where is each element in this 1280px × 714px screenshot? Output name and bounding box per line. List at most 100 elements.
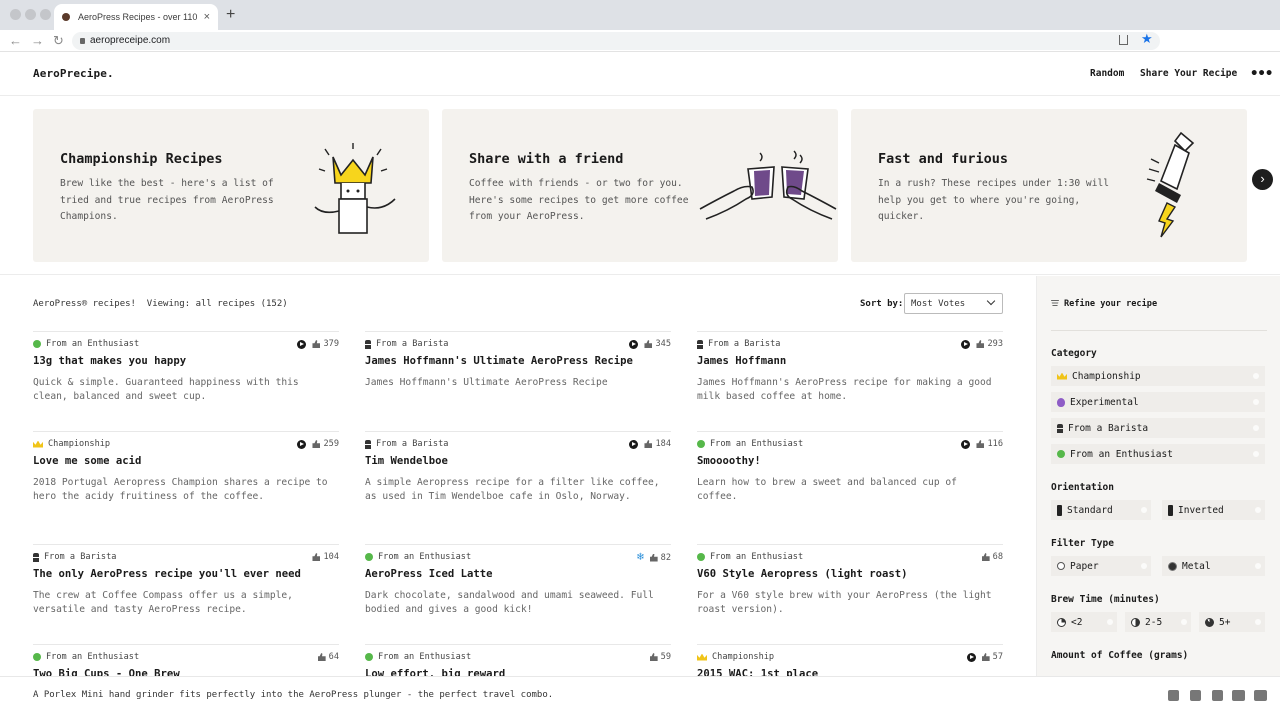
video-play-icon[interactable] bbox=[961, 439, 971, 449]
window-zoom-button[interactable] bbox=[40, 9, 51, 20]
radio-button[interactable] bbox=[1253, 425, 1259, 431]
thumbs-up-icon[interactable] bbox=[976, 440, 985, 448]
video-play-icon[interactable] bbox=[297, 339, 307, 349]
twitter-icon[interactable] bbox=[1212, 690, 1223, 701]
orientation-option-inverted[interactable]: Inverted bbox=[1162, 500, 1265, 520]
carousel-next-chevron-icon[interactable]: › bbox=[1252, 169, 1273, 190]
thumbs-up-icon[interactable] bbox=[644, 340, 653, 348]
recipe-card[interactable]: Championship 57 2015 WAC: 1st place bbox=[697, 644, 1003, 676]
category-label: From an Enthusiast bbox=[46, 339, 140, 349]
radio-button[interactable] bbox=[1255, 507, 1261, 513]
video-play-icon[interactable] bbox=[297, 439, 307, 449]
window-close-button[interactable] bbox=[10, 9, 21, 20]
brew-option-5-plus[interactable]: 5+ bbox=[1199, 612, 1265, 632]
category-option-experimental[interactable]: Experimental bbox=[1051, 392, 1265, 412]
recipe-card[interactable]: From a Barista 184 Tim Wendelboe A simple A… bbox=[365, 431, 671, 527]
orientation-option-standard[interactable]: Standard bbox=[1051, 500, 1151, 520]
email-icon[interactable] bbox=[1254, 690, 1267, 701]
hero-card-fast[interactable]: Fast and furious In a rush? These recipe… bbox=[851, 109, 1247, 262]
radio-button[interactable] bbox=[1107, 619, 1113, 625]
forward-arrow-icon[interactable]: → bbox=[31, 33, 44, 48]
share-icon[interactable] bbox=[1119, 35, 1128, 45]
refine-heading[interactable]: Refine your recipe bbox=[1051, 299, 1157, 309]
recipe-title[interactable]: Low effort, big reward bbox=[365, 668, 505, 676]
recipe-card[interactable]: From an Enthusiast ❄ 82 AeroPress Iced Latt… bbox=[365, 544, 671, 640]
random-link[interactable]: Random bbox=[1090, 68, 1124, 79]
thumbs-up-icon[interactable] bbox=[312, 440, 321, 448]
reload-icon[interactable]: ↻ bbox=[53, 33, 64, 49]
chevron-down-icon bbox=[986, 296, 996, 306]
recipe-card[interactable]: From an Enthusiast 59 Low effort, big rewa… bbox=[365, 644, 671, 676]
category-option-barista[interactable]: From a Barista bbox=[1051, 418, 1265, 438]
recipe-card[interactable]: From an Enthusiast 116 Smoooothy! Learn how… bbox=[697, 431, 1003, 527]
category-option-enthusiast[interactable]: From an Enthusiast bbox=[1051, 444, 1265, 464]
recipe-card[interactable]: From an Enthusiast 64 Two Big Cups - One B… bbox=[33, 644, 339, 676]
brew-option-2-5[interactable]: 2-5 bbox=[1125, 612, 1191, 632]
recipe-title[interactable]: AeroPress Iced Latte bbox=[365, 568, 493, 580]
radio-button[interactable] bbox=[1253, 451, 1259, 457]
browser-tab[interactable]: AeroPress Recipes - over 110 × bbox=[54, 4, 218, 30]
recipe-title[interactable]: Love me some acid bbox=[33, 455, 141, 467]
radio-button[interactable] bbox=[1181, 619, 1187, 625]
recipe-title[interactable]: V60 Style Aeropress (light roast) bbox=[697, 568, 907, 580]
thumbs-up-icon[interactable] bbox=[649, 653, 658, 661]
option-label: 5+ bbox=[1219, 616, 1231, 628]
filter-option-metal[interactable]: Metal bbox=[1162, 556, 1265, 576]
thumbs-up-icon[interactable] bbox=[317, 653, 326, 661]
recipe-category: From a Barista bbox=[365, 339, 448, 349]
site-logo[interactable]: AeroPrecipe. bbox=[33, 67, 114, 80]
hero-card-championship[interactable]: Championship Recipes Brew like the best … bbox=[33, 109, 429, 262]
recipe-card[interactable]: From a Barista 293 James Hoffmann James Hof… bbox=[697, 331, 1003, 427]
radio-button[interactable] bbox=[1255, 619, 1261, 625]
thumbs-up-icon[interactable] bbox=[649, 553, 658, 562]
share-recipe-link[interactable]: Share Your Recipe bbox=[1140, 68, 1237, 79]
recipe-card[interactable]: From a Barista 345 James Hoffmann's Ultima… bbox=[365, 331, 671, 427]
video-play-icon[interactable] bbox=[966, 652, 976, 662]
recipe-title[interactable]: Smoooothy! bbox=[697, 455, 761, 467]
sort-select[interactable]: Most Votes bbox=[904, 293, 1003, 314]
recipe-card[interactable]: From a Barista 104 The only AeroPress reci… bbox=[33, 544, 339, 640]
youtube-icon[interactable] bbox=[1232, 690, 1245, 701]
thumbs-up-icon[interactable] bbox=[312, 340, 321, 348]
hero-card-share[interactable]: Share with a friend Coffee with friends … bbox=[442, 109, 838, 262]
radio-button[interactable] bbox=[1141, 563, 1147, 569]
thumbs-up-icon[interactable] bbox=[312, 553, 321, 561]
video-play-icon[interactable] bbox=[629, 439, 639, 449]
vote-count: 116 bbox=[987, 439, 1003, 449]
filter-option-paper[interactable]: Paper bbox=[1051, 556, 1151, 576]
video-play-icon[interactable] bbox=[629, 339, 639, 349]
more-menu-icon[interactable]: ••• bbox=[1250, 66, 1273, 82]
thumbs-up-icon[interactable] bbox=[981, 653, 990, 661]
recipe-card[interactable]: From an Enthusiast 68 V60 Style Aeropress … bbox=[697, 544, 1003, 640]
crown-icon bbox=[697, 653, 707, 661]
radio-button[interactable] bbox=[1253, 373, 1259, 379]
window-minimize-button[interactable] bbox=[25, 9, 36, 20]
snowflake-icon: ❄ bbox=[636, 552, 645, 563]
facebook-icon[interactable] bbox=[1190, 690, 1201, 701]
back-arrow-icon[interactable]: ← bbox=[9, 33, 22, 48]
recipe-title[interactable]: James Hoffmann bbox=[697, 355, 786, 367]
url-field[interactable]: aeropreceipe.com bbox=[72, 32, 1160, 50]
bookmark-star-icon[interactable]: ★ bbox=[1141, 31, 1153, 47]
recipe-title[interactable]: Two Big Cups - One Brew bbox=[33, 668, 180, 676]
recipe-title[interactable]: 2015 WAC: 1st place bbox=[697, 668, 818, 676]
recipe-title[interactable]: Tim Wendelboe bbox=[365, 455, 448, 467]
recipe-card[interactable]: Championship 259 Love me some acid 2018 Por… bbox=[33, 431, 339, 527]
tab-close-icon[interactable]: × bbox=[204, 11, 210, 23]
radio-button[interactable] bbox=[1141, 507, 1147, 513]
thumbs-up-icon[interactable] bbox=[981, 553, 990, 561]
thumbs-up-icon[interactable] bbox=[644, 440, 653, 448]
video-play-icon[interactable] bbox=[961, 339, 971, 349]
recipe-description: James Hoffmann's AeroPress recipe for ma… bbox=[697, 377, 992, 402]
radio-button[interactable] bbox=[1253, 399, 1259, 405]
category-option-championship[interactable]: Championship bbox=[1051, 366, 1265, 386]
recipe-card[interactable]: From an Enthusiast 379 13g that makes you … bbox=[33, 331, 339, 427]
recipe-title[interactable]: James Hoffmann's Ultimate AeroPress Reci… bbox=[365, 355, 633, 367]
recipe-title[interactable]: 13g that makes you happy bbox=[33, 355, 186, 367]
brew-option-under-2[interactable]: <2 bbox=[1051, 612, 1117, 632]
instagram-icon[interactable] bbox=[1168, 690, 1179, 701]
new-tab-button[interactable]: + bbox=[226, 6, 235, 24]
thumbs-up-icon[interactable] bbox=[976, 340, 985, 348]
recipe-title[interactable]: The only AeroPress recipe you'll ever ne… bbox=[33, 568, 301, 580]
radio-button[interactable] bbox=[1255, 563, 1261, 569]
